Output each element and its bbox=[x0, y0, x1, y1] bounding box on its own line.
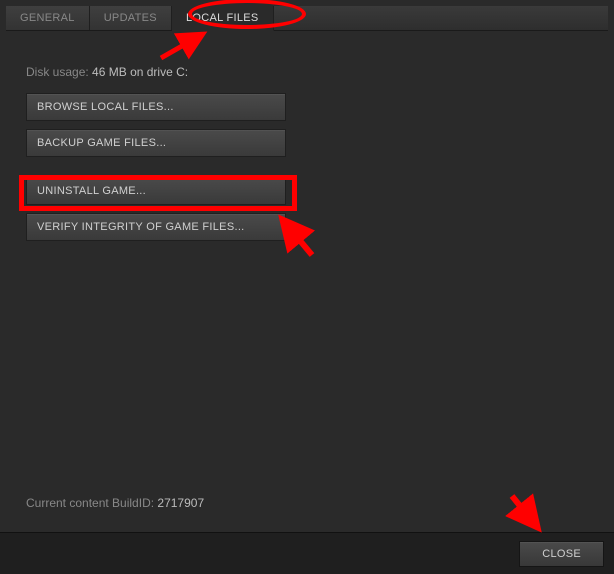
button-list: BROWSE LOCAL FILES... BACKUP GAME FILES.… bbox=[26, 93, 286, 241]
footer-bar: CLOSE bbox=[0, 532, 614, 574]
tab-bar: GENERAL UPDATES LOCAL FILES bbox=[6, 6, 608, 31]
disk-usage-value: 46 MB on drive C: bbox=[92, 65, 188, 79]
build-id-value: 2717907 bbox=[157, 496, 204, 510]
tab-general[interactable]: GENERAL bbox=[6, 6, 90, 30]
tab-updates[interactable]: UPDATES bbox=[90, 6, 172, 30]
uninstall-game-button[interactable]: UNINSTALL GAME... bbox=[26, 177, 286, 205]
content-area: Disk usage: 46 MB on drive C: BROWSE LOC… bbox=[6, 31, 608, 251]
build-id-text: Current content BuildID: bbox=[26, 496, 154, 510]
disk-usage-text: Disk usage: bbox=[26, 65, 89, 79]
tab-spacer bbox=[274, 6, 608, 30]
disk-usage-label: Disk usage: 46 MB on drive C: bbox=[26, 65, 588, 79]
close-button[interactable]: CLOSE bbox=[519, 541, 604, 567]
backup-game-files-button[interactable]: BACKUP GAME FILES... bbox=[26, 129, 286, 157]
tab-local-files[interactable]: LOCAL FILES bbox=[172, 6, 274, 31]
verify-integrity-button[interactable]: VERIFY INTEGRITY OF GAME FILES... bbox=[26, 213, 286, 241]
annotation-arrow-close bbox=[504, 490, 548, 536]
browse-local-files-button[interactable]: BROWSE LOCAL FILES... bbox=[26, 93, 286, 121]
build-id-label: Current content BuildID: 2717907 bbox=[26, 496, 204, 510]
